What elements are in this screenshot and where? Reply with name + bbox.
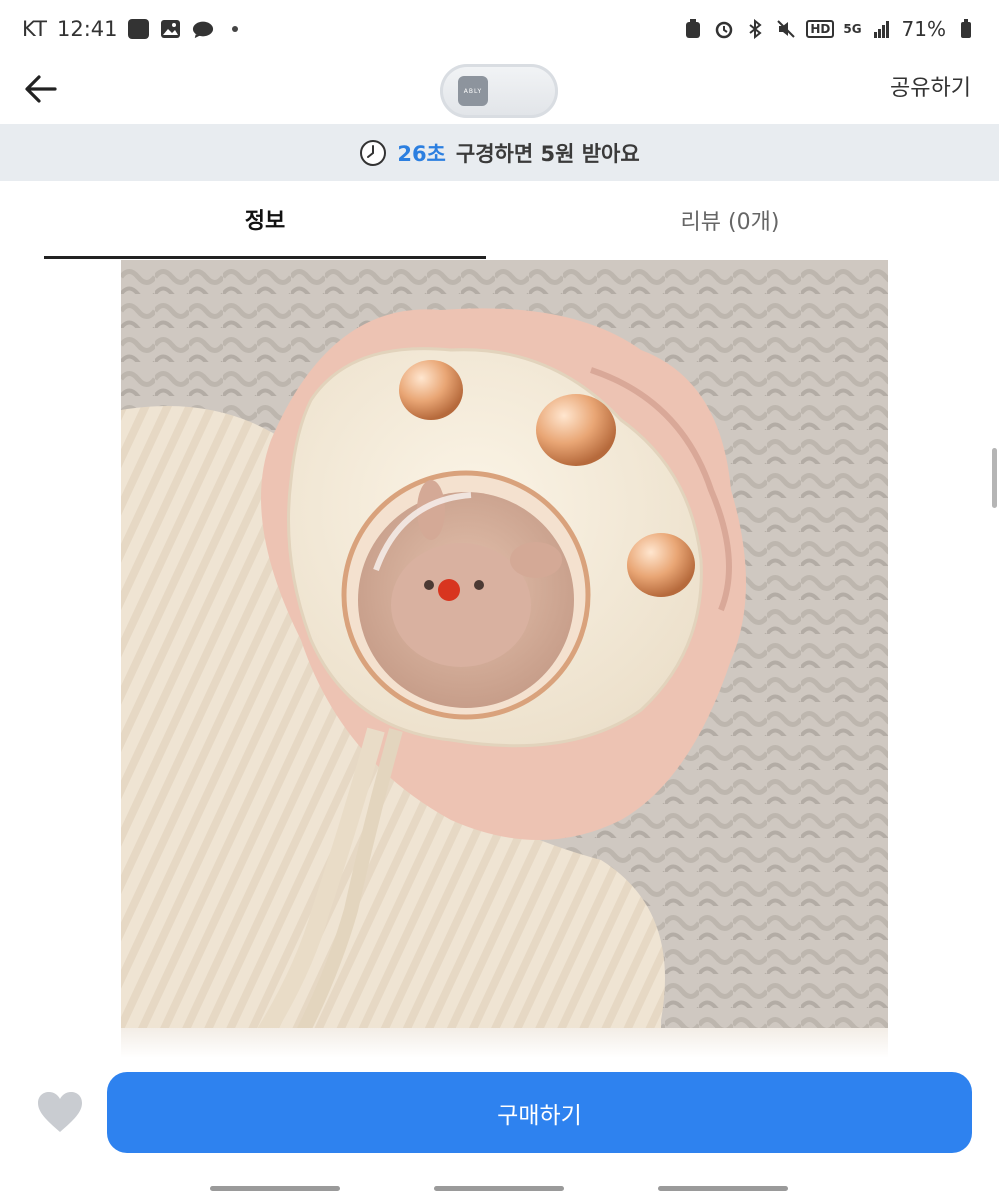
reward-message: 구경하면 5원 받아요 <box>455 141 640 166</box>
scroll-indicator[interactable] <box>992 448 997 508</box>
buy-button[interactable]: 구매하기 <box>107 1072 972 1153</box>
system-nav-bar <box>0 1178 999 1200</box>
product-image-next-edge <box>121 1028 888 1058</box>
battery-percent: 71% <box>901 17 946 41</box>
gallery-notification-icon <box>160 18 182 40</box>
alarm-icon <box>713 18 735 40</box>
carrier-label: KT <box>22 17 47 41</box>
product-image <box>121 260 888 1055</box>
status-bar: KT 12:41 HD 5G 71% <box>0 0 999 58</box>
battery-icon <box>955 18 977 40</box>
more-notifications-icon <box>224 18 246 40</box>
back-arrow-icon <box>25 75 57 103</box>
share-button[interactable]: 공유하기 <box>890 70 971 102</box>
brand-logo: ABLY <box>440 64 558 118</box>
nav-recent-apps[interactable] <box>210 1186 340 1191</box>
reward-countdown: 26초 <box>397 141 446 166</box>
nav-back[interactable] <box>658 1186 788 1191</box>
top-app-bar: ABLY 공유하기 <box>0 58 999 124</box>
heart-icon <box>38 1092 82 1132</box>
hd-label: HD <box>806 20 835 38</box>
mute-icon <box>775 18 797 40</box>
nav-home[interactable] <box>434 1186 564 1191</box>
tab-bar: 정보 리뷰 (0개) <box>0 181 999 259</box>
tab-info[interactable]: 정보 <box>44 181 486 259</box>
status-right: HD 5G 71% <box>682 17 977 41</box>
battery-saver-icon <box>682 18 704 40</box>
app-notification-icon <box>128 18 150 40</box>
clock-icon <box>360 139 387 166</box>
back-button[interactable] <box>18 66 64 112</box>
status-left: KT 12:41 <box>22 17 246 41</box>
signal-icon <box>871 18 893 40</box>
bluetooth-icon <box>744 18 766 40</box>
wishlist-button[interactable] <box>36 1090 86 1136</box>
reward-banner: 26초 구경하면 5원 받아요 <box>0 124 999 181</box>
logo-mark: ABLY <box>458 76 488 106</box>
tab-reviews[interactable]: 리뷰 (0개) <box>486 181 974 259</box>
chat-notification-icon <box>192 18 214 40</box>
network-label: 5G <box>843 22 862 36</box>
status-time: 12:41 <box>56 17 118 41</box>
